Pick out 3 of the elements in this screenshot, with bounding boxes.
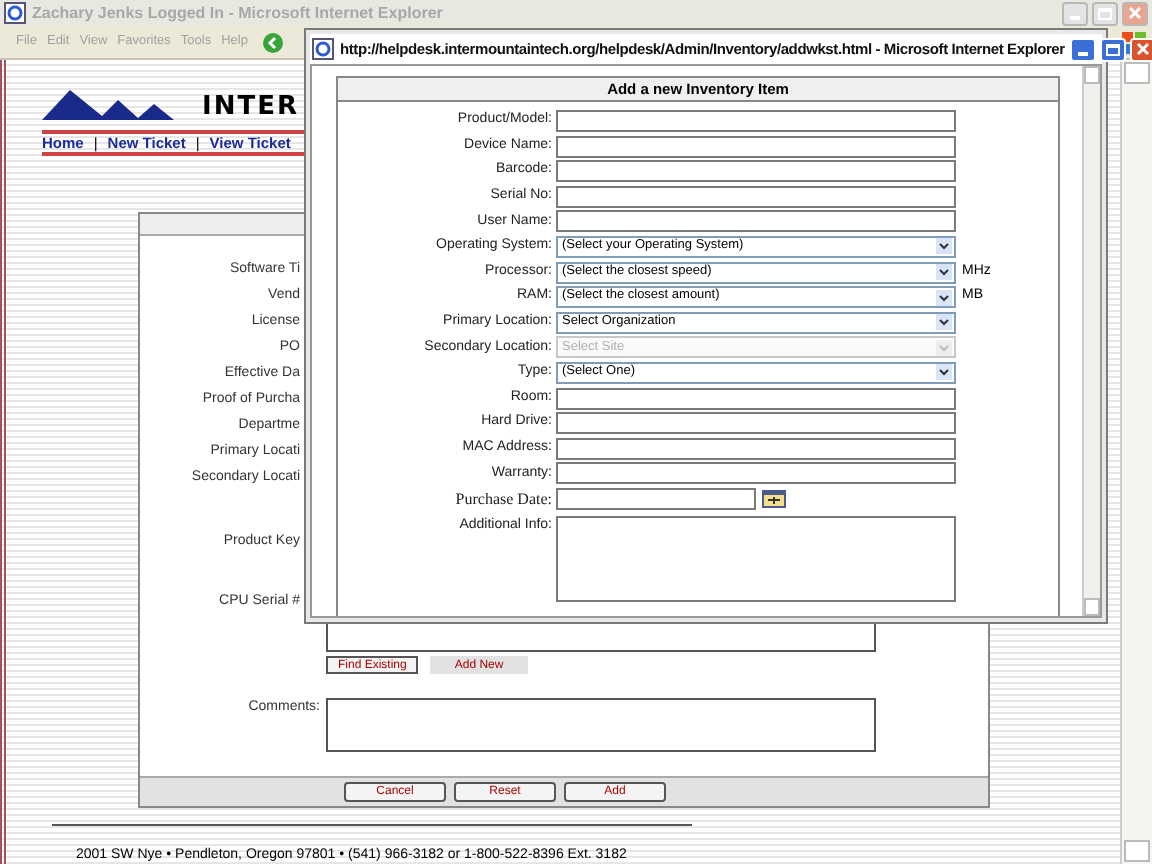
window-title: Zachary Jenks Logged In - Microsoft Internet Explorer (32, 1, 445, 25)
site-logo-text: INTER (202, 94, 299, 120)
field-label: Purchase Date: (453, 487, 552, 512)
